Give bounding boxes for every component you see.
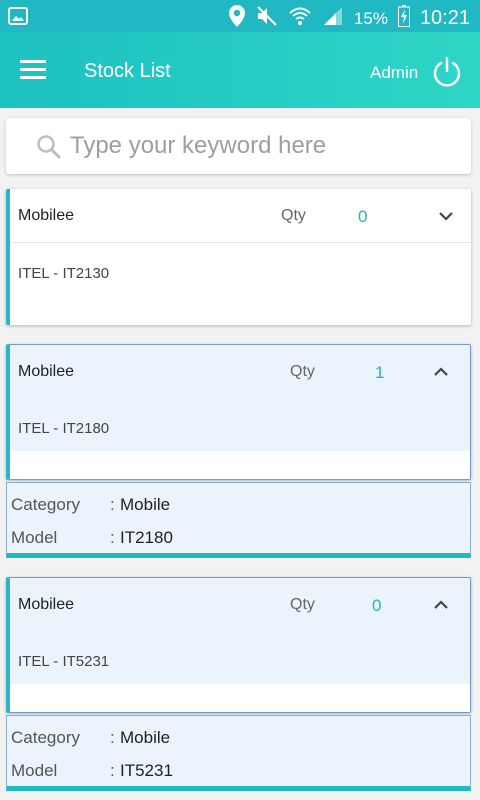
model-value: IT2180 [120,528,173,547]
model-label: Model [11,528,58,547]
category-value: Mobile [120,495,171,514]
signal-icon [322,5,344,32]
app-bar: Stock List Admin [0,32,480,108]
item-details: Category : Mobile Model : IT5231 [6,715,471,791]
user-name: Admin [370,63,419,82]
card-header: Mobilee Qty 0 [10,189,471,243]
stock-card[interactable]: Mobilee Qty 0 ITEL - IT5231 [6,577,471,713]
qty-value: 0 [372,596,382,615]
mute-icon [256,5,278,32]
brand-label: Mobilee [18,596,75,613]
qty-value: 0 [358,207,368,226]
card-footer [10,684,470,712]
item-name: ITEL - IT5231 [18,653,110,670]
card-header: Mobilee Qty 0 [10,578,470,632]
power-icon[interactable] [431,56,463,88]
qty-label: Qty [281,207,306,224]
category-value: Mobile [120,728,171,747]
stock-card[interactable]: Mobilee Qty 0 ITEL - IT2130 [6,189,471,325]
card-header: Mobilee Qty 1 [10,345,470,399]
model-value: IT5231 [120,761,173,780]
category-label: Category [11,728,80,747]
chevron-up-icon[interactable] [428,359,454,385]
brand-label: Mobilee [18,363,75,380]
brand-label: Mobilee [18,207,75,224]
search-icon [36,134,62,160]
search-bar [6,118,471,174]
separator: : [110,495,115,514]
qty-label: Qty [290,596,315,613]
item-name: ITEL - IT2130 [18,265,110,282]
separator: : [110,528,115,547]
wifi-icon [288,5,312,32]
qty-value: 1 [375,363,385,382]
status-bar: 15% 10:21 [0,0,480,32]
model-label: Model [11,761,58,780]
image-icon [8,6,28,31]
qty-label: Qty [290,363,315,380]
separator: : [110,761,115,780]
category-label: Category [11,495,80,514]
page-title: Stock List [84,60,171,82]
clock: 10:21 [419,7,470,29]
menu-icon[interactable] [20,60,46,80]
stock-card[interactable]: Mobilee Qty 1 ITEL - IT2180 [6,344,471,480]
battery-text: 15% [353,8,388,28]
separator: : [110,728,115,747]
search-input[interactable] [70,128,460,164]
item-details: Category : Mobile Model : IT2180 [6,482,471,558]
chevron-down-icon[interactable] [433,203,459,229]
chevron-up-icon[interactable] [428,592,454,618]
battery-charging-icon [397,5,410,32]
location-icon [228,4,246,33]
item-name: ITEL - IT2180 [18,420,110,437]
card-footer [10,451,470,479]
